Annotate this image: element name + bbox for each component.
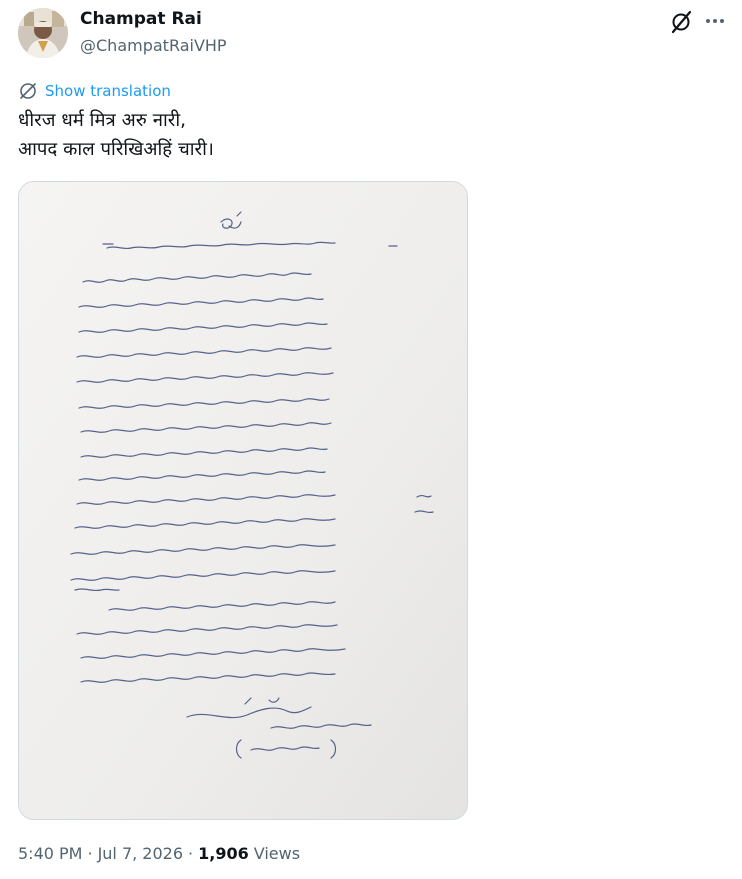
separator-dot: · xyxy=(188,843,194,863)
more-options-icon xyxy=(706,19,724,23)
views-count[interactable]: 1,906 xyxy=(198,844,249,863)
post-text-line: धीरज धर्म मित्र अरु नारी, xyxy=(18,110,186,131)
more-options-button[interactable] xyxy=(702,8,728,34)
handwritten-letter-image xyxy=(19,182,467,819)
avatar-image xyxy=(18,8,68,58)
post-text: धीरज धर्म मित्र अरु नारी, आपद काल परिखिअ… xyxy=(18,106,718,164)
views-label: Views xyxy=(253,843,301,863)
grok-button[interactable] xyxy=(668,9,694,35)
avatar[interactable] xyxy=(18,8,68,58)
post-date[interactable]: Jul 7, 2026 xyxy=(98,844,183,863)
translate-globe-icon xyxy=(20,83,36,99)
post-time[interactable]: 5:40 PM xyxy=(18,844,82,863)
author-handle[interactable]: @ChampatRaiVHP xyxy=(80,36,227,55)
post-media-image[interactable] xyxy=(18,181,468,820)
show-translation-link[interactable]: Show translation xyxy=(18,81,171,101)
grok-icon xyxy=(671,10,692,34)
author-name[interactable]: Champat Rai xyxy=(80,9,202,29)
separator-dot: · xyxy=(87,843,93,863)
post-meta: 5:40 PM · Jul 7, 2026 · 1,906 Views xyxy=(18,842,300,864)
post-text-line: आपद काल परिखिअहिं चारी। xyxy=(18,139,214,160)
show-translation-label: Show translation xyxy=(45,82,171,100)
